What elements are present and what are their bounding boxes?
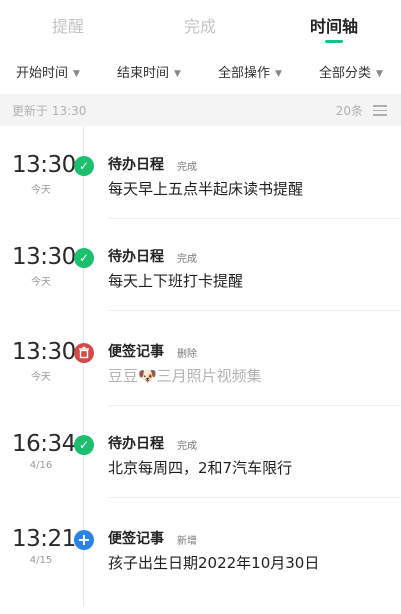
item-day: 今天 xyxy=(31,277,51,288)
item-type: 待办日程 xyxy=(108,157,164,173)
tab-timeline[interactable]: 时间轴 xyxy=(284,13,384,37)
item-type: 便签记事 xyxy=(108,531,164,547)
item-title: 每天上下班打卡提醒 xyxy=(108,272,244,290)
item-title: 北京每周四，2和7汽车限行 xyxy=(108,459,293,477)
item-type: 便签记事 xyxy=(108,344,164,360)
divider xyxy=(108,218,401,219)
item-type: 待办日程 xyxy=(108,436,164,452)
filter-categories[interactable]: 全部分类 ▼ xyxy=(319,62,383,81)
item-title: 豆豆🐶三月照片视频集 xyxy=(108,367,262,385)
item-status: 新增 xyxy=(177,536,197,547)
tab-reminders[interactable]: 提醒 xyxy=(18,13,118,37)
caret-down-icon: ▼ xyxy=(376,69,383,79)
filter-operations-label: 全部操作 xyxy=(218,66,271,81)
item-title: 每天早上五点半起床读书提醒 xyxy=(108,180,304,198)
filter-operations[interactable]: 全部操作 ▼ xyxy=(218,62,282,81)
filter-end-time[interactable]: 结束时间 ▼ xyxy=(117,62,181,81)
item-time: 16:34 xyxy=(12,431,76,457)
item-status: 完成 xyxy=(177,441,197,452)
item-day: 今天 xyxy=(31,372,51,383)
timeline-item[interactable]: 16:34 4/16 ✓ 待办日程 完成 北京每周四，2和7汽车限行 xyxy=(0,431,401,519)
caret-down-icon: ▼ xyxy=(174,69,181,79)
item-type: 待办日程 xyxy=(108,249,164,265)
filter-categories-label: 全部分类 xyxy=(319,66,372,81)
divider xyxy=(108,497,401,498)
item-day: 4/15 xyxy=(29,555,53,566)
timeline-item[interactable]: 13:21 4/15 + 便签记事 新增 孩子出生日期2022年10月30日 xyxy=(0,526,401,614)
active-tab-indicator xyxy=(325,40,343,43)
check-icon: ✓ xyxy=(74,156,94,176)
timeline-item[interactable]: 13:30 今天 便签记事 删除 豆豆🐶三月照片视频集 xyxy=(0,339,401,427)
item-day: 4/16 xyxy=(29,460,53,471)
item-count: 20条 xyxy=(335,104,363,118)
updated-time: 更新于 13:30 xyxy=(12,104,87,118)
filter-start-time[interactable]: 开始时间 ▼ xyxy=(16,62,80,81)
tab-bar: 提醒 完成 时间轴 xyxy=(0,0,401,43)
item-time: 13:30 xyxy=(12,339,76,365)
item-status: 完成 xyxy=(177,162,197,173)
timeline-item[interactable]: 13:30 今天 ✓ 待办日程 完成 每天上下班打卡提醒 xyxy=(0,244,401,332)
caret-down-icon: ▼ xyxy=(73,69,80,79)
check-icon: ✓ xyxy=(74,248,94,268)
plus-icon: + xyxy=(74,530,94,550)
divider xyxy=(108,310,401,311)
trash-icon xyxy=(74,343,94,363)
filter-start-time-label: 开始时间 xyxy=(16,66,69,81)
item-time: 13:30 xyxy=(12,152,76,178)
divider xyxy=(108,405,401,406)
item-day: 今天 xyxy=(31,185,51,196)
status-bar: 更新于 13:30 20条 xyxy=(0,94,401,126)
item-status: 完成 xyxy=(177,254,197,265)
caret-down-icon: ▼ xyxy=(275,69,282,79)
check-icon: ✓ xyxy=(74,435,94,455)
item-title: 孩子出生日期2022年10月30日 xyxy=(108,554,320,572)
list-icon[interactable] xyxy=(373,105,387,116)
item-status: 删除 xyxy=(177,349,197,360)
filter-end-time-label: 结束时间 xyxy=(117,66,170,81)
filter-bar: 开始时间 ▼ 结束时间 ▼ 全部操作 ▼ 全部分类 ▼ xyxy=(0,48,401,92)
item-time: 13:21 xyxy=(12,526,76,552)
timeline-item[interactable]: 13:30 今天 ✓ 待办日程 完成 每天早上五点半起床读书提醒 xyxy=(0,152,401,240)
item-time: 13:30 xyxy=(12,244,76,270)
tab-completed[interactable]: 完成 xyxy=(150,13,250,37)
